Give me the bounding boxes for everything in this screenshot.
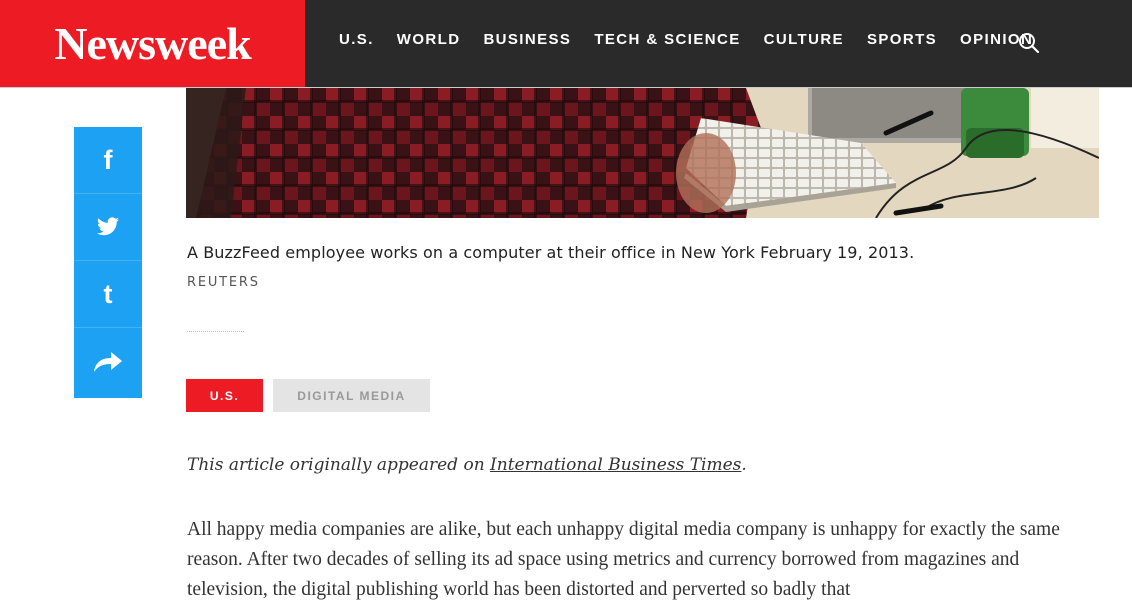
photo-credit: REUTERS [187,275,260,290]
twitter-icon [97,217,119,236]
intro-prefix: This article originally appeared on [187,455,491,475]
article-intro: This article originally appeared on Inte… [187,455,747,475]
nav-item-business[interactable]: BUSINESS [483,31,571,48]
article-paragraph: All happy media companies are alike, but… [187,519,1060,600]
site-header: Newsweek U.S. WORLD BUSINESS TECH & SCIE… [0,0,1132,87]
ibt-source-link[interactable]: International Business Times [490,455,741,475]
logo-link[interactable]: Newsweek [0,0,305,87]
facebook-share-button[interactable]: f [74,127,142,194]
facebook-icon: f [103,144,113,175]
main-nav: U.S. WORLD BUSINESS TECH & SCIENCE CULTU… [339,31,1056,48]
intro-suffix: . [741,455,747,475]
photo-caption: A BuzzFeed employee works on a computer … [187,243,915,262]
nav-item-us[interactable]: U.S. [339,31,374,48]
newsweek-logo: Newsweek [54,18,251,69]
tumblr-share-button[interactable]: t [74,261,142,328]
search-icon[interactable] [1017,31,1041,55]
section-divider [187,331,244,332]
twitter-share-button[interactable] [74,194,142,261]
nav-item-culture[interactable]: CULTURE [764,31,844,48]
article-photo [186,88,1099,218]
tumblr-icon: t [103,278,113,309]
tag-us[interactable]: U.S. [186,379,263,412]
share-arrow-icon [94,351,122,372]
nav-item-world[interactable]: WORLD [397,31,461,48]
share-rail: f t [74,127,142,398]
more-share-button[interactable] [74,328,142,395]
tag-digital-media[interactable]: DIGITAL MEDIA [273,379,430,412]
nav-item-tech-science[interactable]: TECH & SCIENCE [594,31,740,48]
nav-item-sports[interactable]: SPORTS [867,31,937,48]
